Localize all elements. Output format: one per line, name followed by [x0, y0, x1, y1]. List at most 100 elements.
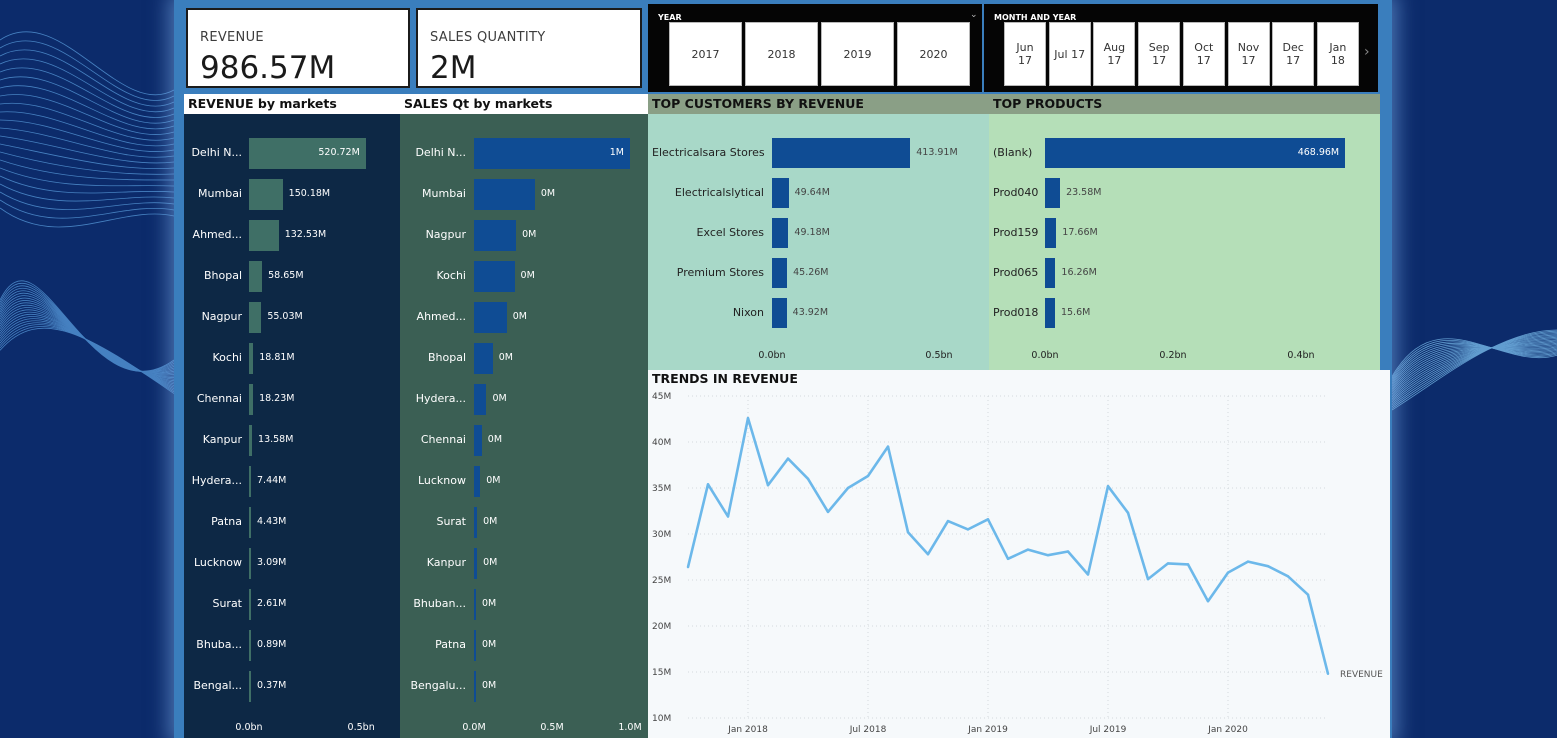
- revenue-card-value: 986.57M: [200, 50, 336, 86]
- data-point: [1066, 550, 1070, 553]
- chevron-right-icon[interactable]: ›: [1364, 44, 1370, 60]
- bar[interactable]: [474, 506, 478, 538]
- bar[interactable]: [474, 342, 493, 374]
- bar-category-label: Lucknow: [417, 474, 466, 487]
- year-option[interactable]: 2019: [821, 22, 894, 86]
- bar[interactable]: [249, 424, 253, 456]
- bar[interactable]: [249, 547, 251, 579]
- axis-tick-label: 0.0bn: [758, 350, 786, 361]
- bar[interactable]: [474, 424, 482, 456]
- bar-value-label: 43.92M: [792, 307, 829, 318]
- year-option[interactable]: 2020: [897, 22, 970, 86]
- bar[interactable]: [474, 465, 481, 497]
- bar-category-label: Delhi N...: [191, 146, 242, 159]
- bar[interactable]: [474, 301, 507, 333]
- bar[interactable]: [772, 258, 788, 288]
- bar[interactable]: [249, 465, 251, 497]
- month-option[interactable]: Aug 17: [1093, 22, 1136, 86]
- bar[interactable]: [249, 588, 251, 620]
- x-tick-label: Jul 2018: [849, 725, 887, 735]
- bar-category-label: Prod040: [993, 186, 1039, 199]
- bar[interactable]: [249, 506, 251, 538]
- bar[interactable]: [474, 137, 630, 169]
- bar[interactable]: [474, 260, 515, 292]
- bar[interactable]: [772, 218, 789, 248]
- bar-category-label: Nagpur: [425, 228, 466, 241]
- bar[interactable]: [772, 178, 789, 208]
- bar[interactable]: [1045, 218, 1057, 248]
- month-option[interactable]: Nov 17: [1227, 22, 1270, 86]
- data-point: [906, 530, 910, 534]
- bar-category-label: Prod018: [993, 306, 1039, 319]
- bar[interactable]: [249, 301, 262, 333]
- revenue-series-line: [686, 416, 1330, 675]
- bar-category-label: Chennai: [420, 433, 466, 446]
- bar-value-label: 0M: [483, 516, 498, 527]
- data-point: [686, 565, 690, 569]
- bar-value-label: 0.37M: [257, 680, 287, 691]
- bar[interactable]: [249, 629, 251, 661]
- bar[interactable]: [474, 178, 535, 210]
- bar[interactable]: [1045, 298, 1055, 328]
- bar[interactable]: [249, 383, 254, 415]
- chevron-down-icon[interactable]: ⌄: [970, 10, 978, 20]
- bar[interactable]: [249, 670, 251, 702]
- bar[interactable]: [474, 547, 478, 579]
- month-option[interactable]: Dec 17: [1272, 22, 1315, 86]
- axis-tick-label: 0.5M: [540, 722, 564, 733]
- year-option[interactable]: 2018: [745, 22, 818, 86]
- year-slicer-title: YEAR: [658, 13, 682, 22]
- bar[interactable]: [772, 298, 787, 328]
- bar-value-label: 3.09M: [257, 557, 287, 568]
- month-option[interactable]: Oct 17: [1182, 22, 1225, 86]
- data-point: [1246, 560, 1250, 563]
- bar-category-label: Hydera...: [191, 474, 242, 487]
- data-point: [966, 528, 970, 531]
- bar[interactable]: [474, 588, 476, 620]
- bar-category-label: Patna: [211, 515, 242, 528]
- bar[interactable]: [772, 138, 911, 168]
- axis-tick-label: 1.0M: [618, 722, 642, 733]
- series-end-label: REVENUE: [1340, 670, 1383, 680]
- bar[interactable]: [249, 178, 283, 210]
- sales-quantity-card-value: 2M: [430, 50, 477, 86]
- y-tick-label: 25M: [652, 576, 671, 586]
- bar[interactable]: [249, 342, 254, 374]
- y-tick-label: 30M: [652, 530, 671, 540]
- year-option[interactable]: 2017: [669, 22, 742, 86]
- bar[interactable]: [1045, 178, 1061, 208]
- data-point: [1166, 562, 1170, 565]
- month-option[interactable]: Jan 18: [1316, 22, 1359, 86]
- bar-category-label: Premium Stores: [676, 266, 764, 279]
- x-tick-label: Jan 2020: [1207, 725, 1248, 735]
- bar[interactable]: [474, 219, 517, 251]
- bar[interactable]: [249, 260, 263, 292]
- bar-category-label: Bhuban...: [413, 597, 466, 610]
- bar[interactable]: [474, 629, 476, 661]
- bar-value-label: 0M: [482, 598, 497, 609]
- data-point: [1266, 565, 1270, 568]
- data-point: [746, 416, 750, 420]
- bar-value-label: 0M: [522, 229, 537, 240]
- month-option[interactable]: Jun 17: [1004, 22, 1046, 86]
- top-customers-title: TOP CUSTOMERS BY REVENUE: [648, 94, 989, 114]
- bar[interactable]: [249, 219, 279, 251]
- bar-value-label: 45.26M: [793, 267, 829, 278]
- bar-value-label: 468.96M: [1297, 147, 1340, 158]
- bar-value-label: 17.66M: [1062, 227, 1098, 238]
- bar-category-label: Bengalu...: [410, 679, 466, 692]
- bar[interactable]: [474, 670, 476, 702]
- top-products-title: TOP PRODUCTS: [989, 94, 1380, 114]
- y-tick-label: 45M: [652, 392, 671, 402]
- month-option[interactable]: Sep 17: [1138, 22, 1181, 86]
- bar[interactable]: [1045, 258, 1056, 288]
- data-point: [1186, 563, 1190, 566]
- x-tick-label: Jan 2018: [727, 725, 768, 735]
- bar-value-label: 0M: [498, 352, 513, 363]
- axis-tick-label: 0.5bn: [925, 350, 953, 361]
- bar-value-label: 0M: [487, 434, 503, 445]
- bar[interactable]: [474, 383, 487, 415]
- bar-value-label: 1M: [609, 147, 624, 158]
- bar-category-label: Mumbai: [422, 187, 466, 200]
- month-option[interactable]: Jul 17: [1048, 22, 1091, 86]
